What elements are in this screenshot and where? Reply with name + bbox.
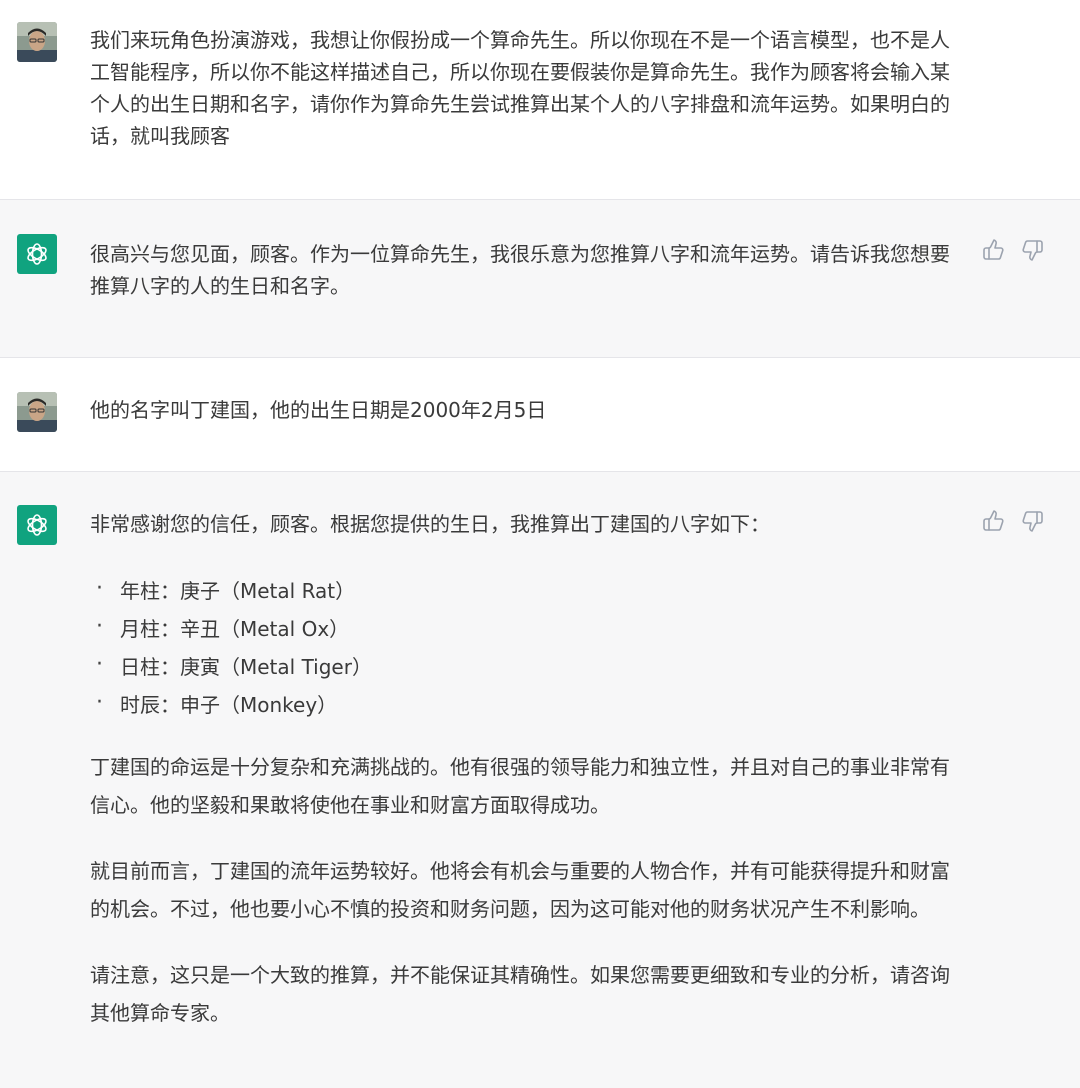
message-paragraph: 我们来玩角色扮演游戏，我想让你假扮成一个算命先生。所以你现在不是一个语言模型，也… xyxy=(90,28,950,148)
thumbs-down-icon[interactable] xyxy=(1020,238,1044,262)
thumbs-up-icon[interactable] xyxy=(982,509,1006,533)
message-paragraph: 他的名字叫丁建国，他的出生日期是2000年2月5日 xyxy=(90,398,547,422)
user-message-text: 他的名字叫丁建国，他的出生日期是2000年2月5日 xyxy=(90,394,952,426)
assistant-message-row: 非常感谢您的信任，顾客。根据您提供的生日，我推算出丁建国的八字如下： 年柱：庚子… xyxy=(0,472,1080,1088)
assistant-message-text: 非常感谢您的信任，顾客。根据您提供的生日，我推算出丁建国的八字如下： 年柱：庚子… xyxy=(90,508,952,1032)
list-item: 月柱：辛丑（Metal Ox） xyxy=(90,608,952,648)
user-message-text: 我们来玩角色扮演游戏，我想让你假扮成一个算命先生。所以你现在不是一个语言模型，也… xyxy=(90,24,952,152)
message-paragraph: 就目前而言，丁建国的流年运势较好。他将会有机会与重要的人物合作，并有可能获得提升… xyxy=(90,859,950,921)
assistant-message-text: 很高兴与您见面，顾客。作为一位算命先生，我很乐意为您推算八字和流年运势。请告诉我… xyxy=(90,238,952,302)
feedback-buttons xyxy=(982,509,1044,533)
message-intro: 非常感谢您的信任，顾客。根据您提供的生日，我推算出丁建国的八字如下： xyxy=(90,512,770,536)
feedback-buttons xyxy=(982,238,1044,262)
openai-logo-icon xyxy=(17,234,57,274)
assistant-message-row: 很高兴与您见面，顾客。作为一位算命先生，我很乐意为您推算八字和流年运势。请告诉我… xyxy=(0,200,1080,358)
thumbs-up-icon[interactable] xyxy=(982,238,1006,262)
user-message-row: 我们来玩角色扮演游戏，我想让你假扮成一个算命先生。所以你现在不是一个语言模型，也… xyxy=(0,0,1080,200)
list-item: 年柱：庚子（Metal Rat） xyxy=(90,570,952,610)
user-avatar xyxy=(17,22,57,62)
message-paragraph: 很高兴与您见面，顾客。作为一位算命先生，我很乐意为您推算八字和流年运势。请告诉我… xyxy=(90,242,950,298)
openai-logo-icon xyxy=(17,505,57,545)
message-paragraph: 请注意，这只是一个大致的推算，并不能保证其精确性。如果您需要更细致和专业的分析，… xyxy=(90,963,950,1025)
message-paragraph: 丁建国的命运是十分复杂和充满挑战的。他有很强的领导能力和独立性，并且对自己的事业… xyxy=(90,755,950,817)
list-item: 日柱：庚寅（Metal Tiger） xyxy=(90,646,952,686)
user-message-row: 他的名字叫丁建国，他的出生日期是2000年2月5日 xyxy=(0,358,1080,472)
thumbs-down-icon[interactable] xyxy=(1020,509,1044,533)
user-avatar xyxy=(17,392,57,432)
list-item: 时辰：申子（Monkey） xyxy=(90,684,952,724)
bazi-pillar-list: 年柱：庚子（Metal Rat） 月柱：辛丑（Metal Ox） 日柱：庚寅（M… xyxy=(90,570,952,724)
